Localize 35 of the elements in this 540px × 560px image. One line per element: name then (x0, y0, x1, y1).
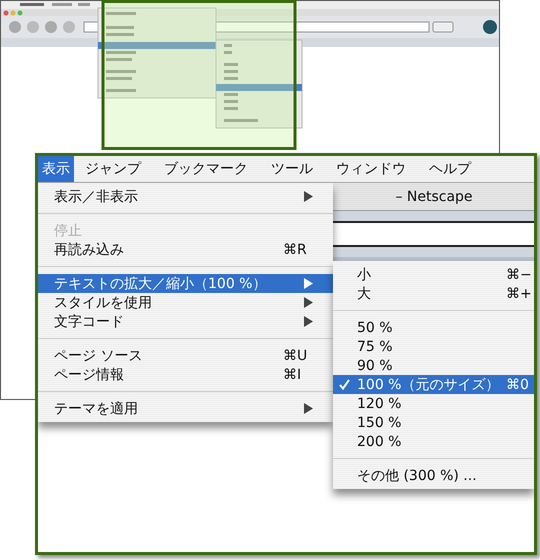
menu-bar-item[interactable]: 表示 (38, 156, 74, 182)
menu-item[interactable]: 120 % (333, 394, 534, 413)
menu-bar-item[interactable]: ブックマーク (161, 156, 260, 182)
menu-item[interactable]: 150 % (333, 413, 534, 432)
menu-item[interactable]: テーマを適用 (38, 399, 333, 418)
menu-item[interactable]: 75 % (333, 337, 534, 356)
submenu-arrow-icon (304, 316, 313, 327)
menu-item[interactable]: スタイルを使用 (38, 293, 333, 312)
menu-bar-item[interactable]: ヘルプ (426, 156, 483, 182)
menu-item[interactable]: ページ情報 ⌘I (38, 365, 333, 384)
menu-item[interactable]: 再読み込み ⌘R (38, 240, 333, 259)
submenu-arrow-icon (304, 278, 313, 289)
menu-bar-item[interactable]: ジャンプ (82, 156, 153, 182)
window-title: – Netscape (394, 188, 474, 204)
menu-item[interactable]: 大 ⌘+ (333, 284, 534, 303)
menu-item[interactable]: 100 %（元のサイズ） ⌘0 (333, 375, 534, 394)
toolbar-button-icon (63, 21, 75, 33)
toolbar-button-icon (9, 21, 21, 33)
submenu-arrow-icon (304, 191, 313, 202)
logo-icon (483, 20, 497, 34)
menu-item[interactable]: 200 % (333, 432, 534, 451)
toolbar-button-icon (27, 21, 39, 33)
menu-item[interactable]: ページ ソース ⌘U (38, 346, 333, 365)
menu-item[interactable]: 表示／非表示 (38, 187, 333, 206)
menu-item[interactable]: 50 % (333, 318, 534, 337)
menu-item[interactable]: テキストの拡大／縮小（100 %） (38, 274, 333, 293)
menu-item[interactable]: 文字コード (38, 312, 333, 331)
menu-item[interactable]: 小 ⌘− (333, 265, 534, 284)
menu-item[interactable]: 90 % (333, 356, 534, 375)
submenu-arrow-icon (304, 403, 313, 414)
menu-bar-item[interactable]: ウィンドウ (333, 156, 418, 182)
toolbar-button-icon (45, 21, 57, 33)
menu-item[interactable]: その他 (300 %) ... (333, 466, 534, 485)
submenu-arrow-icon (304, 297, 313, 308)
menu-bar-item[interactable]: ツール (268, 156, 325, 182)
